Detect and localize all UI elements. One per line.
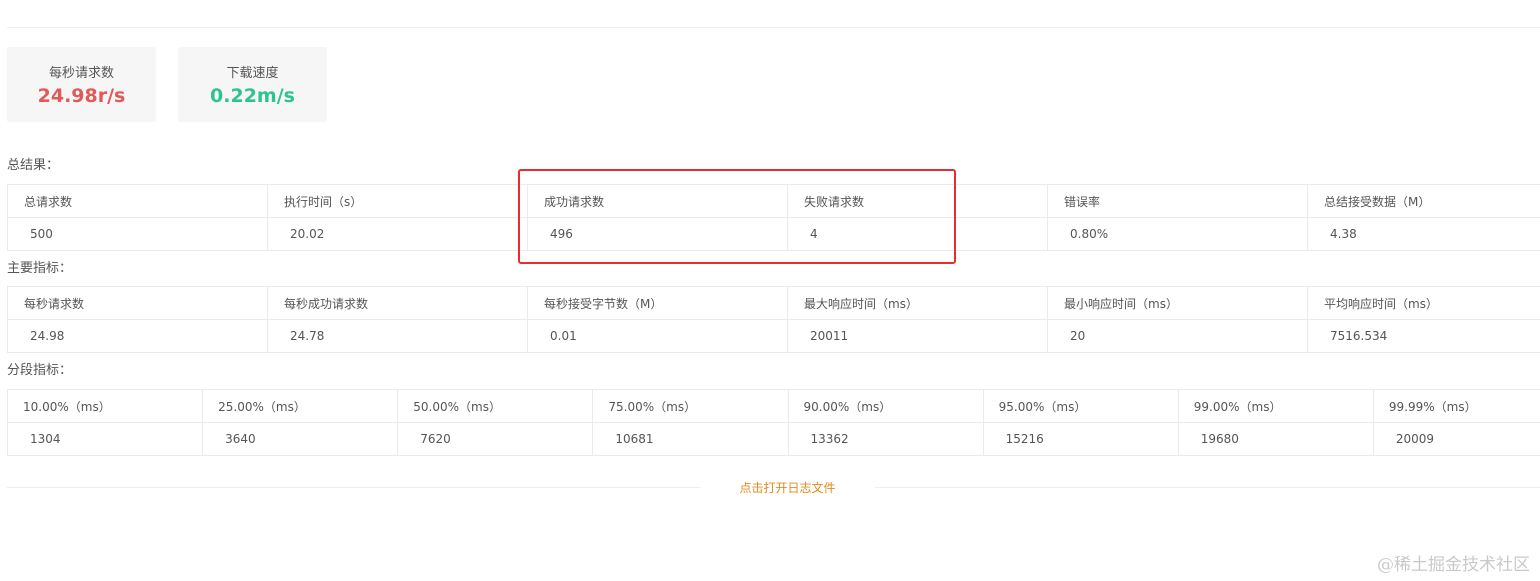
table-row: 500 20.02 496 4 0.80% 4.38 (7, 217, 1540, 251)
header-cell: 99.99%（ms） (1372, 389, 1540, 423)
value-cell: 20011 (787, 319, 1048, 353)
header-cell: 10.00%（ms） (6, 389, 204, 423)
header-cell: 最小响应时间（ms） (1047, 286, 1308, 320)
value-cell: 0.80% (1047, 217, 1308, 251)
percentiles-title: 分段指标： (7, 363, 73, 378)
header-cell: 总结接受数据（M） (1307, 184, 1540, 218)
header-cell: 75.00%（ms） (592, 389, 789, 423)
header-cell: 成功请求数 (527, 184, 788, 218)
value-cell: 15216 (982, 422, 1179, 456)
top-divider (7, 27, 1540, 28)
test-report-page: 每秒请求数 24.98r/s 下载速度 0.22m/s 总结果： 总请求数 执行… (0, 0, 1540, 581)
header-cell: 失败请求数 (787, 184, 1048, 218)
header-cell: 执行时间（s） (267, 184, 528, 218)
header-cell: 每秒成功请求数 (267, 286, 528, 320)
header-cell: 90.00%（ms） (787, 389, 984, 423)
value-cell: 4.38 (1307, 217, 1540, 251)
stat-label: 下载速度 (226, 66, 279, 81)
header-cell: 平均响应时间（ms） (1307, 286, 1540, 320)
table-row: 24.98 24.78 0.01 20011 20 7516.534 (7, 319, 1540, 353)
main-metrics-title: 主要指标： (7, 261, 73, 276)
stat-card-download-speed: 下载速度 0.22m/s (178, 47, 327, 122)
table-row: 1304 3640 7620 10681 13362 15216 19680 2… (6, 422, 1540, 456)
summary-title: 总结果： (7, 158, 60, 173)
percentiles-table: 10.00%（ms） 25.00%（ms） 50.00%（ms） 75.00%（… (6, 389, 1540, 456)
table-header-row: 10.00%（ms） 25.00%（ms） 50.00%（ms） 75.00%（… (6, 389, 1540, 423)
value-cell: 500 (7, 217, 268, 251)
value-cell: 4 (787, 217, 1048, 251)
header-cell: 99.00%（ms） (1177, 389, 1374, 423)
value-cell: 0.01 (527, 319, 788, 353)
stat-label: 每秒请求数 (48, 66, 114, 81)
stat-value: 0.22m/s (210, 85, 295, 107)
header-cell: 25.00%（ms） (202, 389, 399, 423)
header-cell: 每秒接受字节数（M） (527, 286, 788, 320)
stat-value: 24.98r/s (37, 85, 126, 107)
header-cell: 最大响应时间（ms） (787, 286, 1048, 320)
table-header-row: 总请求数 执行时间（s） 成功请求数 失败请求数 错误率 总结接受数据（M） (7, 184, 1540, 218)
summary-table: 总请求数 执行时间（s） 成功请求数 失败请求数 错误率 总结接受数据（M） 5… (7, 184, 1540, 251)
value-cell: 10681 (592, 422, 789, 456)
header-cell: 每秒请求数 (7, 286, 268, 320)
value-cell: 1304 (6, 422, 204, 456)
value-cell: 19680 (1177, 422, 1374, 456)
value-cell: 20 (1047, 319, 1308, 353)
table-header-row: 每秒请求数 每秒成功请求数 每秒接受字节数（M） 最大响应时间（ms） 最小响应… (7, 286, 1540, 320)
value-cell: 20.02 (267, 217, 528, 251)
open-log-file-link[interactable]: 点击打开日志文件 (700, 479, 875, 496)
value-cell: 24.78 (267, 319, 528, 353)
main-metrics-table: 每秒请求数 每秒成功请求数 每秒接受字节数（M） 最大响应时间（ms） 最小响应… (7, 286, 1540, 353)
value-cell: 7516.534 (1307, 319, 1540, 353)
value-cell: 7620 (397, 422, 594, 456)
value-cell: 496 (527, 217, 788, 251)
stat-card-requests-per-second: 每秒请求数 24.98r/s (7, 47, 156, 122)
value-cell: 24.98 (7, 319, 268, 353)
header-cell: 95.00%（ms） (982, 389, 1179, 423)
value-cell: 13362 (787, 422, 984, 456)
watermark: @稀土掘金技术社区 (1377, 555, 1530, 575)
value-cell: 3640 (202, 422, 399, 456)
header-cell: 50.00%（ms） (397, 389, 594, 423)
value-cell: 20009 (1372, 422, 1540, 456)
header-cell: 总请求数 (7, 184, 268, 218)
header-cell: 错误率 (1047, 184, 1308, 218)
